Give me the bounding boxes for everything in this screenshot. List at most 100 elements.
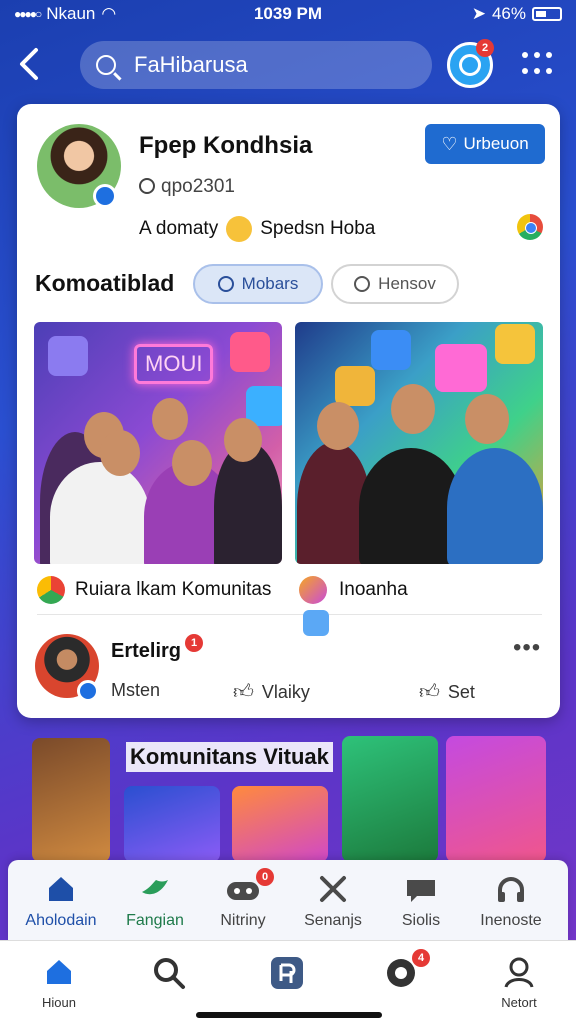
meta-left: A domaty [139,218,219,239]
divider [37,614,542,615]
feed-thumbnail[interactable] [446,736,546,862]
caption-left-text: Ruiara lkam Komunitas [75,579,272,600]
notification-button[interactable]: 2 [447,39,494,88]
neon-sign: MOUI [134,344,214,384]
commenter-name: Ertelirg [111,640,182,662]
floating-tile [495,324,535,364]
nav-home[interactable]: Hioun [24,955,94,1010]
floating-tile [335,366,375,406]
person [447,448,543,564]
home-indicator[interactable] [196,1012,382,1018]
nav-profile[interactable]: Netort [484,955,554,1010]
face [172,440,212,486]
floating-tile [371,330,411,370]
top-bar: FaHibarusa 2 [0,39,576,92]
nav-search[interactable] [134,955,204,995]
face [152,398,188,440]
face [465,394,509,444]
tab-siolis[interactable]: Siolis [376,872,466,930]
tab-badge: 0 [256,868,274,886]
tab-inenoste[interactable]: Inenoste [466,872,556,930]
feed-strip: Komunitans Vituak [0,734,576,864]
follow-label: Urbeuon [463,134,529,153]
action-like-label: Vlaiky [261,681,310,702]
notification-badge: 2 [476,39,494,57]
reaction-icon [299,576,327,604]
bird-icon [110,872,200,906]
thumbs-up-icon: 👍︎ [233,681,254,703]
comment-row: Ertelirg 1 ••• Msten 👍︎ Vlaiky 👍︎ Set [17,628,560,708]
notification-icon [459,54,481,76]
carrier-name: Nkaun [46,4,96,23]
home-icon [24,955,94,991]
tab-fangian[interactable]: Fangian [110,872,200,930]
meta-right: Spedsn Hoba [260,218,376,239]
wifi-icon: ◠ [101,4,117,23]
caption-right-text: Inoanha [339,579,408,600]
chip-inactive-label: Hensov [378,274,436,293]
chip-active-label: Mobars [241,274,299,293]
tab-siolis-label: Siolis [401,912,441,929]
more-options-button[interactable]: ••• [513,634,541,662]
heart-icon: ♡ [441,133,458,154]
chip-members[interactable]: Mobars [193,264,323,304]
search-input[interactable]: FaHibarusa [80,41,432,89]
caption-left[interactable]: Ruiara lkam Komunitas [37,576,271,604]
dot-icon [546,68,552,74]
handle-text: qpo2301 [161,176,235,197]
back-button[interactable] [18,46,54,86]
menu-grid-button[interactable] [522,52,552,78]
chip-search[interactable]: Hensov [331,264,459,304]
nav-messenger[interactable]: 4 [366,949,436,995]
at-icon [139,178,155,194]
feed-strip-title: Komunitans Vituak [126,742,333,772]
action-like[interactable]: 👍︎ Vlaiky [233,680,310,704]
browser-icon[interactable] [517,214,543,240]
face [224,418,262,462]
nav-app[interactable] [252,955,322,995]
chat-bubble-icon [376,872,466,906]
smile-emoji-icon [226,216,253,242]
feed-thumbnail[interactable] [232,786,328,862]
location-icon: ➤ [471,4,486,23]
tab-fangian-label: Fangian [126,912,184,929]
profile-handle: qpo2301 [139,176,235,198]
profile-name: Fpep Kondhsia [139,132,313,159]
tab-home[interactable]: Aholodain [16,872,106,930]
face [317,402,359,450]
messenger-icon: 4 [366,949,436,991]
action-mention-label: Msten [111,680,161,700]
tab-home-label: Aholodain [25,912,97,929]
feed-thumbnail[interactable] [342,736,438,862]
post-captions: Ruiara lkam Komunitas Inoanha [17,576,560,608]
category-tab-bar: Aholodain Fangian 0 Nitriny Senanjs Siol… [8,860,568,942]
floating-tile [435,344,487,392]
action-share[interactable]: 👍︎ Set [419,680,475,704]
thumbs-up-icon: 👍︎ [419,681,440,703]
messenger-icon [77,680,99,702]
follow-button[interactable]: ♡ Urbeuon [425,124,545,164]
post-image-right[interactable] [295,322,543,564]
chevron-left-icon [20,48,38,80]
caption-right[interactable]: Inoanha [299,576,408,604]
feed-thumbnail[interactable] [124,786,220,862]
nav-profile-label: Netort [501,995,537,1010]
face [100,430,140,476]
share-icon [288,872,378,906]
search-value: FaHibarusa [134,52,248,77]
tab-senanjs[interactable]: Senanjs [288,872,378,930]
tab-inenoste-label: Inenoste [480,912,542,929]
action-share-label: Set [447,681,475,702]
feed-thumbnail[interactable] [32,738,110,862]
floating-tile [48,336,88,376]
action-mention[interactable]: Msten [111,680,160,701]
post-image-left[interactable]: MOUI [34,322,282,564]
tab-nitriny[interactable]: 0 Nitriny [198,868,288,930]
nav-home-label: Hioun [42,995,76,1010]
headphone-icon [466,872,556,906]
dot-icon [534,68,540,74]
gamepad-icon: 0 [198,868,288,906]
community-icon [37,576,65,604]
battery-percent: 46% [491,4,526,23]
dot-icon [522,52,528,58]
